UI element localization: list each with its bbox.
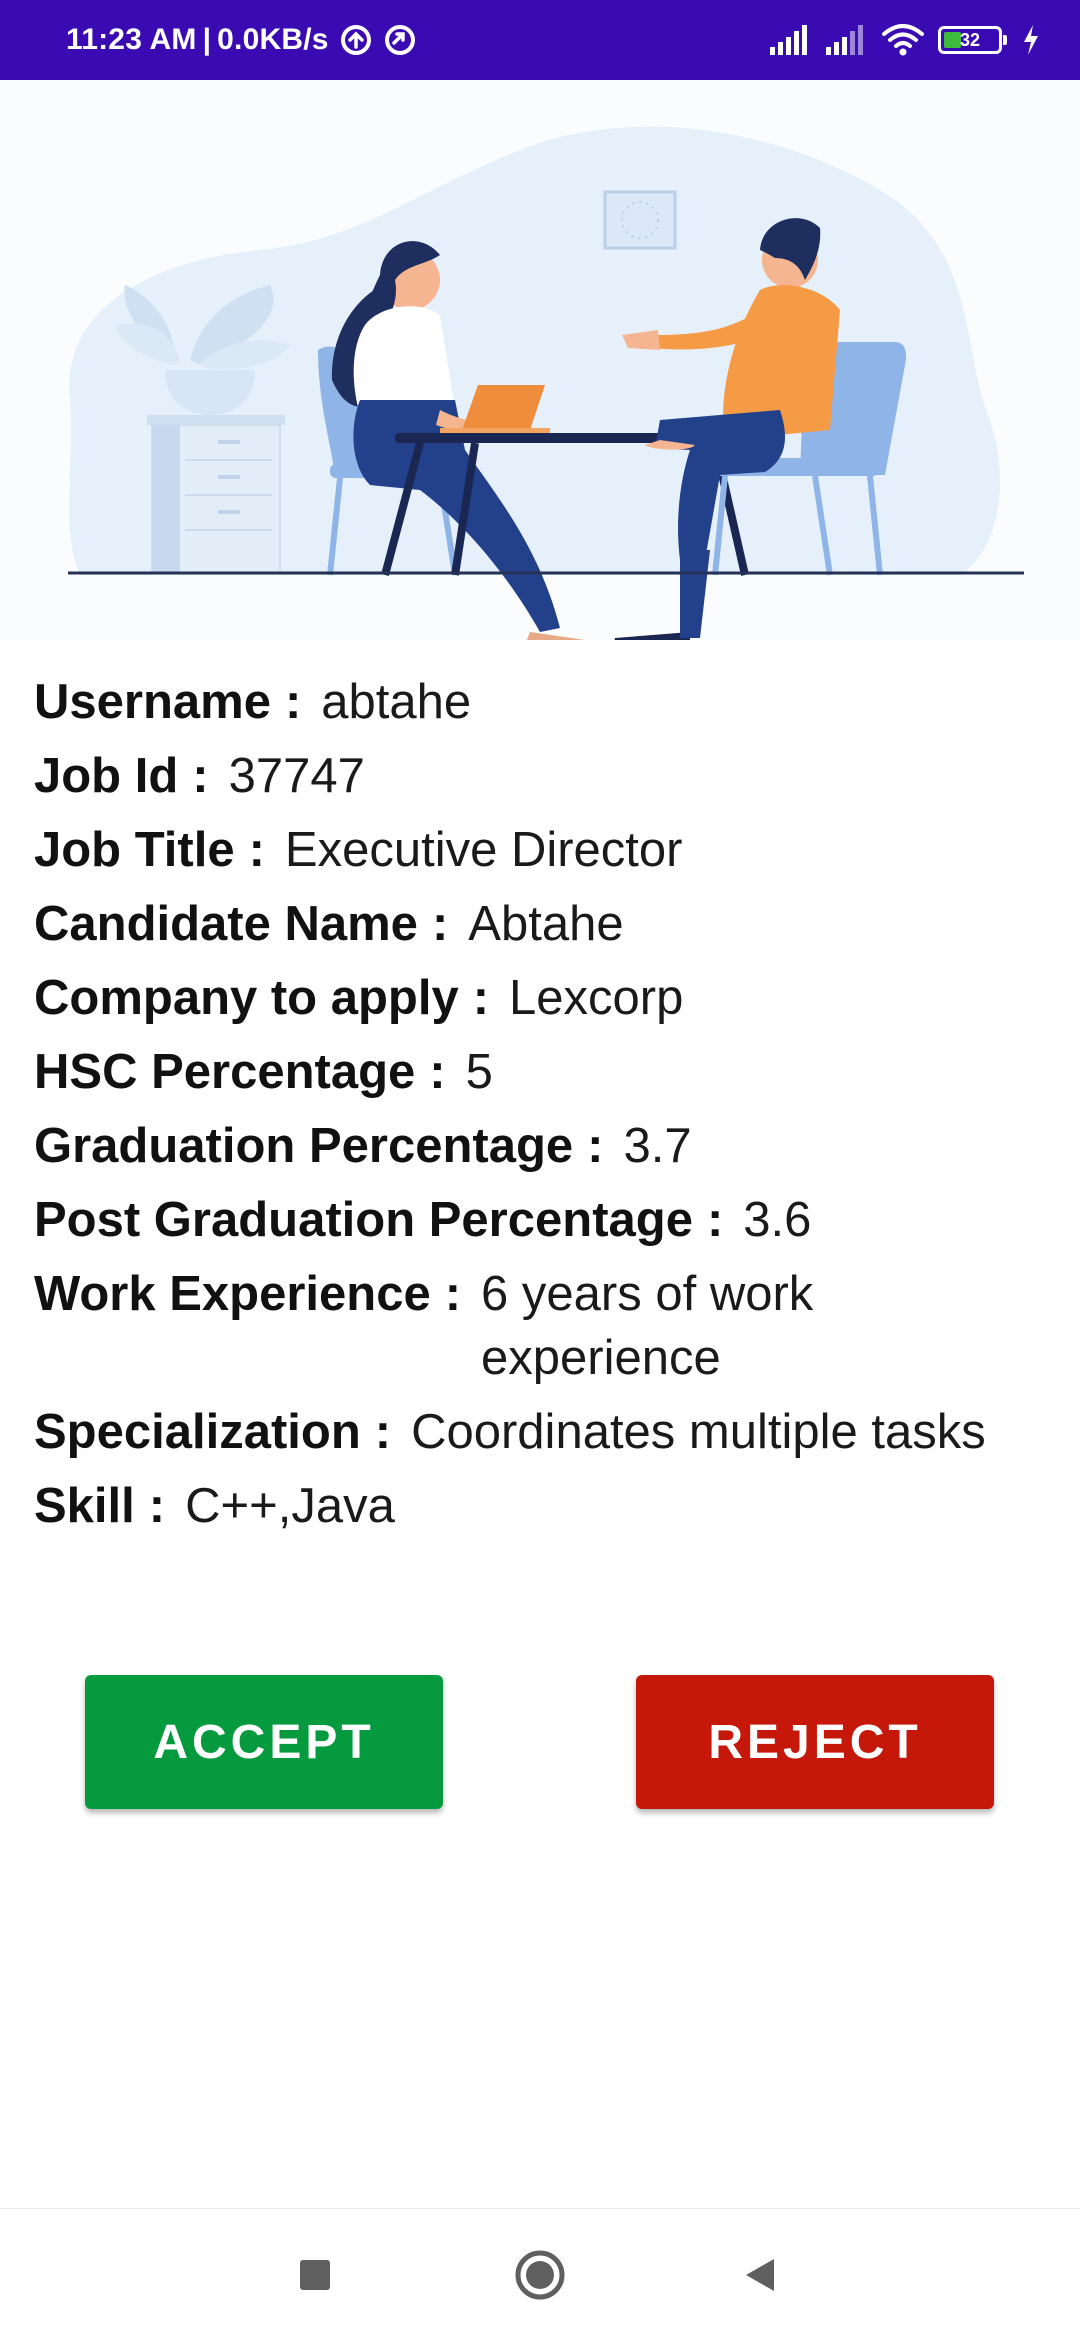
back-button[interactable] — [730, 2245, 790, 2305]
work-experience-label: Work Experience — [34, 1267, 431, 1321]
detail-row-specialization: Specialization : Coordinates multiple ta… — [34, 1400, 1054, 1464]
battery-fill — [944, 32, 961, 48]
app-root: 11:23 AM | 0.0KB/s 32 Username: abtahe … — [0, 0, 1080, 2340]
candidate-name-value: Abtahe — [468, 897, 624, 951]
status-bar: 11:23 AM | 0.0KB/s 32 — [0, 0, 1080, 80]
skill-label: Skill — [34, 1479, 135, 1533]
graduation-label: Graduation Percentage — [34, 1119, 574, 1173]
back-triangle-icon — [746, 2259, 774, 2291]
detail-row-job-id: Job Id : 37747 — [34, 744, 1054, 808]
colon: : — [472, 971, 490, 1025]
signal-icon — [770, 25, 807, 55]
job-id-label: Job Id — [34, 749, 179, 803]
colon: : — [587, 1119, 604, 1173]
colon: : — [444, 1267, 462, 1321]
home-circle-icon — [515, 2250, 565, 2300]
reject-button[interactable]: REJECT — [636, 1675, 994, 1809]
recents-button[interactable] — [285, 2245, 345, 2305]
colon: : — [431, 897, 449, 951]
recents-square-icon — [300, 2260, 330, 2290]
post-graduation-label: Post Graduation Percentage — [34, 1193, 693, 1247]
work-experience-value: 6 years of work experience — [481, 1267, 814, 1385]
colon: : — [429, 1045, 446, 1099]
detail-row-hsc: HSC Percentage : 5 — [34, 1040, 1054, 1104]
clock-icon — [603, 190, 677, 250]
hsc-value: 5 — [465, 1045, 493, 1099]
charging-icon — [1024, 25, 1038, 55]
colon: : — [706, 1193, 724, 1247]
detail-row-job-title: Job Title : Executive Director — [34, 818, 1054, 882]
accept-button[interactable]: ACCEPT — [85, 1675, 443, 1809]
status-left: 11:23 AM | 0.0KB/s — [66, 23, 417, 57]
home-button[interactable] — [510, 2245, 570, 2305]
sync-icon — [384, 25, 415, 55]
detail-row-graduation: Graduation Percentage : 3.7 — [34, 1114, 1054, 1178]
hsc-label: HSC Percentage — [34, 1045, 416, 1099]
job-id-value: 37747 — [228, 749, 365, 803]
post-graduation-value: 3.6 — [743, 1193, 812, 1247]
system-nav-bar — [0, 2208, 1080, 2340]
specialization-value: Coordinates multiple tasks — [411, 1405, 986, 1459]
network-speed: 0.0KB/s — [217, 23, 329, 56]
battery-icon: 32 — [938, 26, 1007, 54]
colon: : — [192, 749, 209, 803]
username-value: abtahe — [321, 675, 472, 729]
sync-icon — [340, 25, 371, 55]
detail-row-username: Username : abtahe — [34, 670, 1054, 734]
signal-icon — [826, 25, 863, 55]
colon: : — [248, 823, 265, 877]
candidate-name-label: Candidate Name — [34, 897, 418, 951]
company-label: Company to apply — [34, 971, 459, 1025]
job-interview-illustration — [68, 126, 1024, 652]
battery-level: 32 — [959, 29, 981, 50]
application-details: Username : abtahe Job Id : 37747 Job Tit… — [34, 670, 1054, 1548]
colon: : — [148, 1479, 166, 1533]
colon: : — [284, 675, 302, 729]
specialization-label: Specialization — [34, 1405, 361, 1459]
status-time: 11:23 AM — [66, 23, 197, 56]
detail-row-company: Company to apply : Lexcorp — [34, 966, 1054, 1030]
detail-row-work-experience: Work Experience : 6 years of work experi… — [34, 1262, 1054, 1390]
status-right: 32 — [770, 24, 1040, 56]
colon: : — [374, 1405, 392, 1459]
detail-row-candidate-name: Candidate Name : Abtahe — [34, 892, 1054, 956]
graduation-value: 3.7 — [623, 1119, 692, 1173]
detail-row-skill: Skill : C++,Java — [34, 1474, 1054, 1538]
company-value: Lexcorp — [509, 971, 684, 1025]
detail-row-post-graduation: Post Graduation Percentage : 3.6 — [34, 1188, 1054, 1252]
skill-value: C++,Java — [185, 1479, 395, 1533]
username-label: Username — [34, 675, 271, 729]
interview-illustration — [0, 80, 1080, 652]
job-title-value: Executive Director — [284, 823, 683, 877]
status-separator: | — [202, 23, 212, 56]
job-title-label: Job Title — [34, 823, 235, 877]
wifi-icon — [882, 24, 924, 56]
cabinet-icon — [147, 415, 285, 574]
